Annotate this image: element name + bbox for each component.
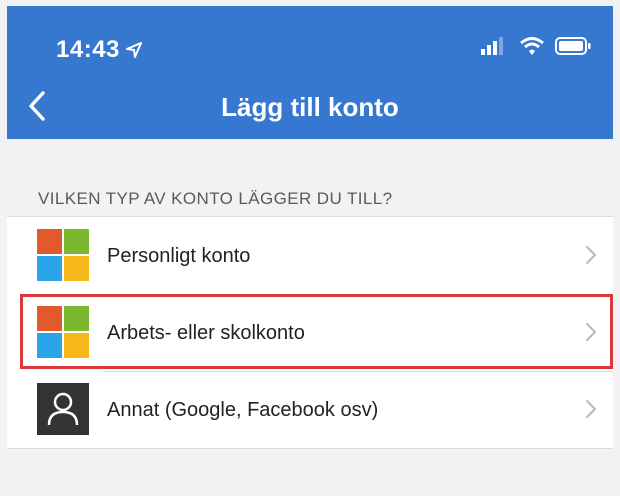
status-time: 14:43 xyxy=(56,36,142,64)
microsoft-logo-icon xyxy=(37,306,89,358)
microsoft-logo-icon xyxy=(37,229,89,281)
wifi-icon xyxy=(520,37,544,55)
status-time-text: 14:43 xyxy=(56,36,120,63)
account-option-work-school[interactable]: Arbets- eller skolkonto xyxy=(7,294,613,371)
section-heading: VILKEN TYP AV KONTO LÄGGER DU TILL? xyxy=(38,189,393,208)
account-type-list: Personligt konto Arbets- eller skolkonto… xyxy=(7,216,613,449)
account-option-label: Arbets- eller skolkonto xyxy=(107,322,305,344)
person-icon xyxy=(37,383,89,435)
location-arrow-icon xyxy=(125,42,142,58)
account-option-personal[interactable]: Personligt konto xyxy=(7,217,613,294)
chevron-right-icon xyxy=(586,400,596,418)
chevron-right-icon xyxy=(586,246,596,264)
account-option-label: Annat (Google, Facebook osv) xyxy=(107,399,379,421)
chevron-right-icon xyxy=(586,323,596,341)
battery-icon xyxy=(555,37,591,55)
account-option-label: Personligt konto xyxy=(107,245,251,267)
signal-icon xyxy=(481,37,503,55)
page-title: Lägg till konto xyxy=(221,92,399,122)
account-option-other[interactable]: Annat (Google, Facebook osv) xyxy=(7,371,613,448)
app-header: 14:43 Lägg till konto xyxy=(7,6,613,139)
status-icons xyxy=(481,36,591,56)
